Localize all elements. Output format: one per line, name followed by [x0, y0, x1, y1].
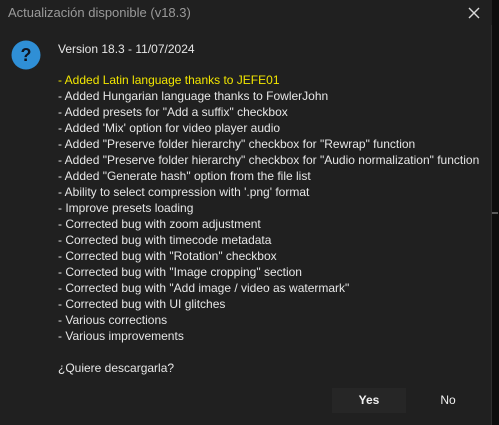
yes-button[interactable]: Yes — [332, 388, 406, 413]
changelog-item: - Added 'Mix' option for video player au… — [58, 121, 281, 135]
changelog-item: - Corrected bug with "Add image / video … — [58, 281, 350, 295]
close-icon — [468, 7, 480, 19]
changelog-item: - Added Hungarian language thanks to Fow… — [58, 89, 329, 103]
window-title: Actualización disponible (v18.3) — [8, 5, 191, 20]
changelog-item: - Corrected bug with zoom adjustment — [58, 217, 261, 231]
changelog-item: - Added "Generate hash" option from the … — [58, 169, 311, 183]
close-button[interactable] — [462, 2, 486, 24]
window-edge-mark — [492, 212, 498, 214]
no-button[interactable]: No — [411, 388, 485, 413]
changelog-item: - Various corrections — [58, 313, 168, 327]
changelog-item: - Added "Preserve folder hierarchy" chec… — [58, 137, 416, 151]
changelog-item: - Corrected bug with "Rotation" checkbox — [58, 249, 277, 263]
changelog-item: - Corrected bug with "Image cropping" se… — [58, 265, 302, 279]
changelog-item: - Corrected bug with timecode metadata — [58, 233, 272, 247]
changelog-item: - Ability to select compression with '.p… — [58, 185, 310, 199]
changelog-item: - Various improvements — [58, 329, 184, 343]
changelog-item: - Improve presets loading — [58, 201, 194, 215]
download-question: ¿Quiere descargarla? — [58, 361, 175, 375]
question-icon: ? — [11, 40, 41, 70]
update-dialog: Actualización disponible (v18.3) ? Versi… — [0, 0, 492, 425]
changelog-item: - Added Latin language thanks to JEFE01 — [58, 73, 280, 87]
changelog-item: - Corrected bug with UI glitches — [58, 297, 226, 311]
changelog-list: - Added Latin language thanks to JEFE01 -… — [58, 72, 488, 344]
changelog-item: - Added "Preserve folder hierarchy" chec… — [58, 153, 480, 167]
changelog-item: - Added presets for "Add a suffix" check… — [58, 105, 288, 119]
dialog-content: Version 18.3 - 11/07/2024 - Added Latin … — [58, 41, 488, 376]
title-bar: Actualización disponible (v18.3) — [0, 0, 492, 25]
svg-text:?: ? — [21, 45, 32, 65]
version-line: Version 18.3 - 11/07/2024 — [58, 42, 195, 56]
